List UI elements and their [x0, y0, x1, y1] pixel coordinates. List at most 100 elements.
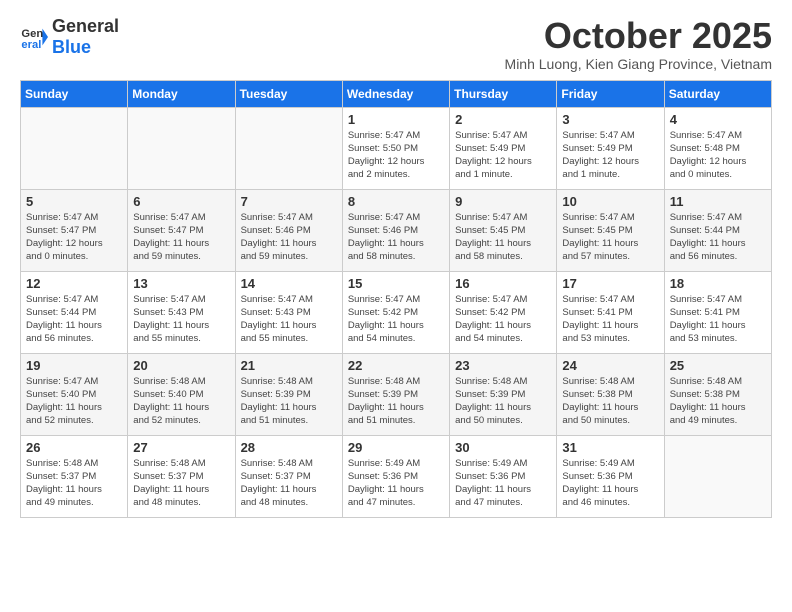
day-number: 21 — [241, 358, 337, 373]
calendar-week-row: 26 Sunrise: 5:48 AM Sunset: 5:37 PM Dayli… — [21, 435, 772, 517]
calendar-week-row: 12 Sunrise: 5:47 AM Sunset: 5:44 PM Dayli… — [21, 271, 772, 353]
day-number: 2 — [455, 112, 551, 127]
day-number: 27 — [133, 440, 229, 455]
calendar-cell: 28 Sunrise: 5:48 AM Sunset: 5:37 PM Dayli… — [235, 435, 342, 517]
location-subtitle: Minh Luong, Kien Giang Province, Vietnam — [505, 56, 772, 72]
day-info: Sunrise: 5:47 AM Sunset: 5:45 PM Dayligh… — [562, 211, 658, 264]
calendar-cell: 21 Sunrise: 5:48 AM Sunset: 5:39 PM Dayli… — [235, 353, 342, 435]
calendar-cell: 7 Sunrise: 5:47 AM Sunset: 5:46 PM Daylig… — [235, 189, 342, 271]
calendar-cell: 6 Sunrise: 5:47 AM Sunset: 5:47 PM Daylig… — [128, 189, 235, 271]
day-number: 11 — [670, 194, 766, 209]
day-info: Sunrise: 5:49 AM Sunset: 5:36 PM Dayligh… — [562, 457, 658, 510]
day-number: 4 — [670, 112, 766, 127]
day-info: Sunrise: 5:47 AM Sunset: 5:45 PM Dayligh… — [455, 211, 551, 264]
day-info: Sunrise: 5:48 AM Sunset: 5:37 PM Dayligh… — [133, 457, 229, 510]
day-number: 26 — [26, 440, 122, 455]
day-number: 15 — [348, 276, 444, 291]
day-info: Sunrise: 5:47 AM Sunset: 5:42 PM Dayligh… — [455, 293, 551, 346]
calendar-cell: 15 Sunrise: 5:47 AM Sunset: 5:42 PM Dayli… — [342, 271, 449, 353]
day-number: 31 — [562, 440, 658, 455]
day-info: Sunrise: 5:48 AM Sunset: 5:37 PM Dayligh… — [26, 457, 122, 510]
day-info: Sunrise: 5:47 AM Sunset: 5:41 PM Dayligh… — [562, 293, 658, 346]
logo-icon: Gen eral — [20, 23, 48, 51]
calendar-cell: 18Sunrise: 5:47 AM Sunset: 5:41 PM Dayli… — [664, 271, 771, 353]
day-number: 25 — [670, 358, 766, 373]
calendar-cell — [235, 107, 342, 189]
day-info: Sunrise: 5:47 AM Sunset: 5:43 PM Dayligh… — [133, 293, 229, 346]
day-number: 28 — [241, 440, 337, 455]
day-number: 30 — [455, 440, 551, 455]
day-number: 24 — [562, 358, 658, 373]
day-header-monday: Monday — [128, 80, 235, 107]
calendar-cell: 25 Sunrise: 5:48 AM Sunset: 5:38 PM Dayli… — [664, 353, 771, 435]
calendar-cell: 1Sunrise: 5:47 AM Sunset: 5:50 PM Daylig… — [342, 107, 449, 189]
day-info: Sunrise: 5:48 AM Sunset: 5:39 PM Dayligh… — [455, 375, 551, 428]
day-info: Sunrise: 5:48 AM Sunset: 5:38 PM Dayligh… — [670, 375, 766, 428]
calendar-cell: 8Sunrise: 5:47 AM Sunset: 5:46 PM Daylig… — [342, 189, 449, 271]
day-number: 20 — [133, 358, 229, 373]
day-header-thursday: Thursday — [450, 80, 557, 107]
calendar-cell: 27 Sunrise: 5:48 AM Sunset: 5:37 PM Dayli… — [128, 435, 235, 517]
day-number: 18 — [670, 276, 766, 291]
calendar-cell: 19 Sunrise: 5:47 AM Sunset: 5:40 PM Dayli… — [21, 353, 128, 435]
day-info: Sunrise: 5:49 AM Sunset: 5:36 PM Dayligh… — [455, 457, 551, 510]
day-info: Sunrise: 5:47 AM Sunset: 5:46 PM Dayligh… — [241, 211, 337, 264]
day-number: 14 — [241, 276, 337, 291]
day-number: 12 — [26, 276, 122, 291]
calendar-week-row: 19 Sunrise: 5:47 AM Sunset: 5:40 PM Dayli… — [21, 353, 772, 435]
day-number: 16 — [455, 276, 551, 291]
day-number: 5 — [26, 194, 122, 209]
day-number: 7 — [241, 194, 337, 209]
calendar-cell — [664, 435, 771, 517]
calendar-cell — [21, 107, 128, 189]
day-number: 17 — [562, 276, 658, 291]
calendar-cell: 2 Sunrise: 5:47 AM Sunset: 5:49 PM Daylig… — [450, 107, 557, 189]
calendar-cell: 4Sunrise: 5:47 AM Sunset: 5:48 PM Daylig… — [664, 107, 771, 189]
day-header-friday: Friday — [557, 80, 664, 107]
day-number: 9 — [455, 194, 551, 209]
day-info: Sunrise: 5:47 AM Sunset: 5:49 PM Dayligh… — [562, 129, 658, 182]
day-info: Sunrise: 5:48 AM Sunset: 5:40 PM Dayligh… — [133, 375, 229, 428]
day-info: Sunrise: 5:47 AM Sunset: 5:47 PM Dayligh… — [26, 211, 122, 264]
calendar-cell: 13Sunrise: 5:47 AM Sunset: 5:43 PM Dayli… — [128, 271, 235, 353]
day-info: Sunrise: 5:47 AM Sunset: 5:43 PM Dayligh… — [241, 293, 337, 346]
day-info: Sunrise: 5:48 AM Sunset: 5:37 PM Dayligh… — [241, 457, 337, 510]
day-number: 19 — [26, 358, 122, 373]
day-info: Sunrise: 5:48 AM Sunset: 5:39 PM Dayligh… — [241, 375, 337, 428]
day-header-sunday: Sunday — [21, 80, 128, 107]
logo-text-general: General — [52, 16, 119, 36]
calendar-cell: 20 Sunrise: 5:48 AM Sunset: 5:40 PM Dayli… — [128, 353, 235, 435]
day-info: Sunrise: 5:47 AM Sunset: 5:47 PM Dayligh… — [133, 211, 229, 264]
calendar-cell: 24Sunrise: 5:48 AM Sunset: 5:38 PM Dayli… — [557, 353, 664, 435]
calendar-table: SundayMondayTuesdayWednesdayThursdayFrid… — [20, 80, 772, 518]
calendar-cell: 22 Sunrise: 5:48 AM Sunset: 5:39 PM Dayli… — [342, 353, 449, 435]
calendar-cell: 5 Sunrise: 5:47 AM Sunset: 5:47 PM Daylig… — [21, 189, 128, 271]
day-info: Sunrise: 5:49 AM Sunset: 5:36 PM Dayligh… — [348, 457, 444, 510]
month-title: October 2025 — [505, 16, 772, 56]
logo-text-blue: Blue — [52, 37, 91, 57]
calendar-cell: 14 Sunrise: 5:47 AM Sunset: 5:43 PM Dayli… — [235, 271, 342, 353]
calendar-cell: 3Sunrise: 5:47 AM Sunset: 5:49 PM Daylig… — [557, 107, 664, 189]
calendar-cell: 30 Sunrise: 5:49 AM Sunset: 5:36 PM Dayli… — [450, 435, 557, 517]
day-info: Sunrise: 5:47 AM Sunset: 5:44 PM Dayligh… — [670, 211, 766, 264]
calendar-cell: 29Sunrise: 5:49 AM Sunset: 5:36 PM Dayli… — [342, 435, 449, 517]
day-number: 8 — [348, 194, 444, 209]
title-block: October 2025 Minh Luong, Kien Giang Prov… — [505, 16, 772, 72]
page-header: Gen eral General Blue October 2025 Minh … — [20, 16, 772, 72]
calendar-week-row: 5 Sunrise: 5:47 AM Sunset: 5:47 PM Daylig… — [21, 189, 772, 271]
day-number: 6 — [133, 194, 229, 209]
day-info: Sunrise: 5:47 AM Sunset: 5:42 PM Dayligh… — [348, 293, 444, 346]
calendar-cell: 12 Sunrise: 5:47 AM Sunset: 5:44 PM Dayli… — [21, 271, 128, 353]
calendar-cell: 17 Sunrise: 5:47 AM Sunset: 5:41 PM Dayli… — [557, 271, 664, 353]
calendar-cell: 9 Sunrise: 5:47 AM Sunset: 5:45 PM Daylig… — [450, 189, 557, 271]
calendar-cell: 31 Sunrise: 5:49 AM Sunset: 5:36 PM Dayli… — [557, 435, 664, 517]
day-info: Sunrise: 5:47 AM Sunset: 5:40 PM Dayligh… — [26, 375, 122, 428]
svg-text:eral: eral — [21, 39, 41, 51]
day-info: Sunrise: 5:47 AM Sunset: 5:49 PM Dayligh… — [455, 129, 551, 182]
day-info: Sunrise: 5:48 AM Sunset: 5:39 PM Dayligh… — [348, 375, 444, 428]
day-number: 22 — [348, 358, 444, 373]
day-info: Sunrise: 5:47 AM Sunset: 5:44 PM Dayligh… — [26, 293, 122, 346]
calendar-cell: 23Sunrise: 5:48 AM Sunset: 5:39 PM Dayli… — [450, 353, 557, 435]
calendar-week-row: 1Sunrise: 5:47 AM Sunset: 5:50 PM Daylig… — [21, 107, 772, 189]
day-header-tuesday: Tuesday — [235, 80, 342, 107]
